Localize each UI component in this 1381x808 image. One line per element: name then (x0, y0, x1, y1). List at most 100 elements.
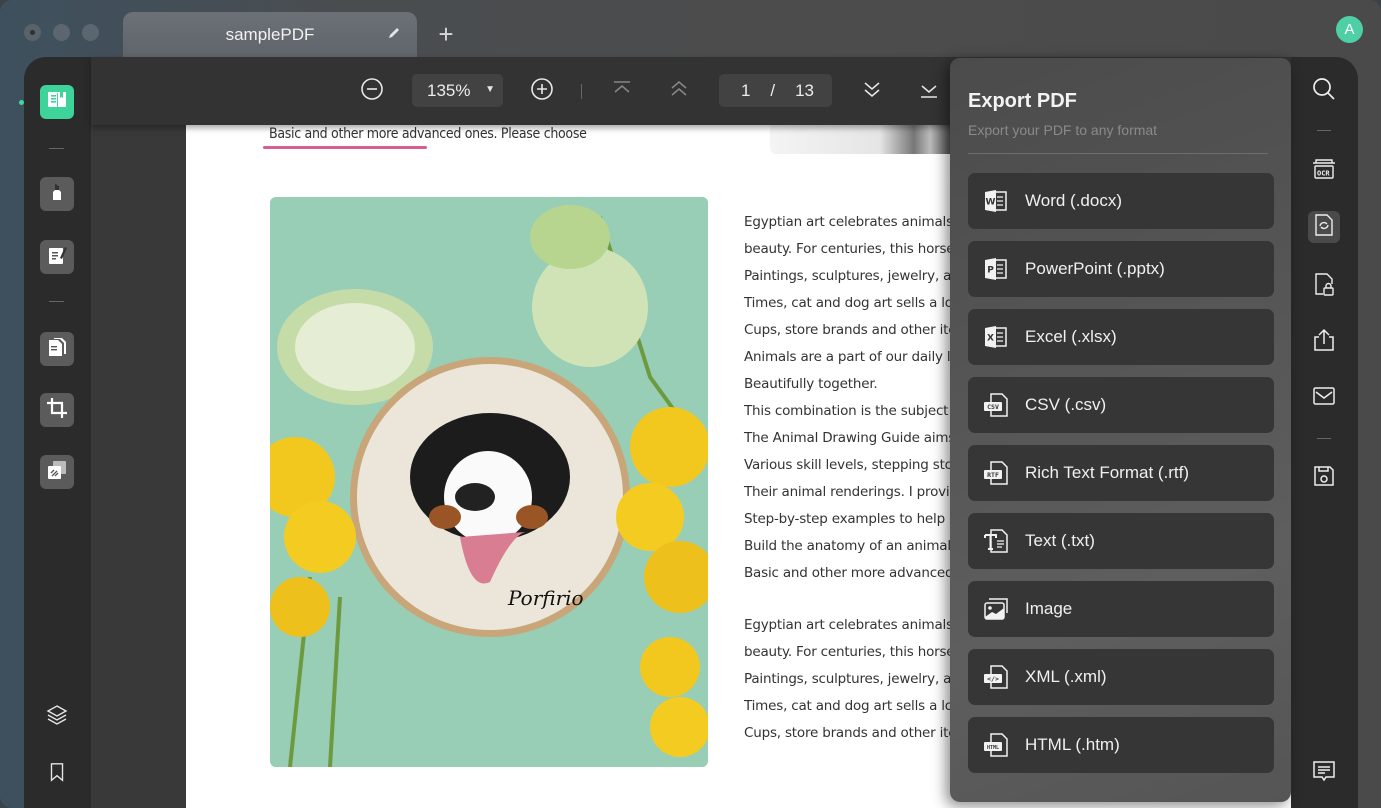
svg-text:P: P (987, 266, 994, 276)
sidebar-item-organize-pages[interactable] (40, 332, 74, 366)
xml-icon: </> (982, 663, 1010, 691)
text-line: Build the anatomy of an animal. (744, 538, 955, 554)
export-format-rtf[interactable]: RTF Rich Text Format (.rtf) (968, 445, 1274, 501)
tab-title: samplePDF (225, 25, 315, 44)
layers-button[interactable] (44, 704, 70, 730)
export-format-label: CSV (.csv) (1025, 395, 1107, 414)
highlight-underline (263, 146, 427, 149)
zoom-level-dropdown[interactable]: 135% ▼ (412, 74, 503, 107)
last-page-icon (917, 77, 941, 106)
svg-text:HTML: HTML (987, 745, 999, 751)
save-button[interactable] (1311, 465, 1337, 491)
export-format-text[interactable]: Text (.txt) (968, 513, 1274, 569)
last-page-button[interactable] (917, 79, 941, 103)
embroidery-photo: Porfirio (270, 197, 708, 767)
layers-icon (45, 703, 69, 732)
text-line: This combination is the subject o (744, 403, 961, 419)
export-format-xml[interactable]: </> XML (.xml) (968, 649, 1274, 705)
export-format-csv[interactable]: CSV CSV (.csv) (968, 377, 1274, 433)
email-button[interactable] (1311, 385, 1337, 411)
export-format-excel[interactable]: X Excel (.xlsx) (968, 309, 1274, 365)
zoom-out-icon (360, 77, 384, 106)
total-pages: 13 (795, 80, 814, 100)
next-page-button[interactable] (860, 79, 884, 103)
export-format-label: Image (1025, 599, 1073, 618)
export-pdf-panel: Export PDF Export your PDF to any format… (950, 58, 1291, 802)
sidebar-item-reader[interactable] (40, 85, 74, 119)
ocr-button[interactable]: OCR (1311, 158, 1337, 184)
comments-button[interactable] (1311, 760, 1337, 786)
text-icon (982, 527, 1010, 555)
rename-pencil-icon[interactable] (387, 26, 401, 43)
rtf-icon: RTF (982, 459, 1010, 487)
text-line: beauty. For centuries, this horse (744, 241, 955, 257)
export-format-powerpoint[interactable]: P PowerPoint (.pptx) (968, 241, 1274, 297)
sidebar-item-edit[interactable] (40, 240, 74, 274)
toolbar-divider (581, 84, 582, 99)
sidebar-item-crop[interactable] (40, 393, 74, 427)
first-page-button[interactable] (610, 79, 634, 103)
previous-page-button[interactable] (667, 79, 691, 103)
zoom-level-value: 135% (427, 80, 471, 100)
export-format-image[interactable]: Image (968, 581, 1274, 637)
export-format-word[interactable]: W Word (.docx) (968, 173, 1274, 229)
current-page[interactable]: 1 (741, 81, 750, 101)
sidebar-separator (49, 301, 64, 302)
convert-icon (1311, 212, 1337, 243)
book-reader-icon (45, 88, 69, 117)
close-window-button[interactable] (24, 24, 41, 41)
text-line: Their animal renderings. I provid (744, 484, 958, 500)
zoom-in-button[interactable] (530, 77, 554, 103)
powerpoint-icon: P (982, 255, 1010, 283)
page-number-input[interactable]: 1 / 13 (719, 74, 832, 107)
text-line: The Animal Drawing Guide aims t (744, 430, 965, 446)
svg-text:RTF: RTF (987, 471, 999, 479)
svg-text:</>: </> (987, 675, 999, 683)
first-page-icon (610, 77, 634, 106)
export-format-label: Excel (.xlsx) (1025, 327, 1117, 346)
text-line: Basic and other more advanced (744, 565, 954, 581)
export-format-label: Text (.txt) (1025, 531, 1095, 550)
paragraph-2: Egyptian art celebrates animals beauty. F… (744, 612, 958, 747)
bookmark-button[interactable] (44, 761, 70, 787)
share-button[interactable] (1311, 328, 1337, 355)
word-icon: W (982, 187, 1010, 215)
export-format-label: HTML (.htm) (1025, 735, 1120, 754)
search-button[interactable] (1311, 77, 1337, 104)
page-gutter (91, 57, 186, 808)
top-image-fragment (770, 125, 970, 154)
new-tab-button[interactable]: + (434, 19, 458, 49)
text-line: Times, cat and dog art sells a lot (744, 698, 958, 714)
paragraph-1: Egyptian art celebrates animals beauty. F… (744, 209, 965, 587)
text-line: Cups, store brands and other ite (744, 725, 957, 741)
window-right-edge (1358, 57, 1381, 808)
lock-file-icon (1311, 271, 1337, 302)
document-tab[interactable]: samplePDF (123, 12, 417, 58)
zoom-out-button[interactable] (360, 77, 384, 106)
excel-icon: X (982, 323, 1010, 351)
panel-divider (968, 153, 1268, 154)
edit-document-icon (45, 243, 69, 272)
sidebar-item-highlight[interactable] (40, 177, 74, 211)
image-icon (982, 595, 1010, 623)
text-line: Egyptian art celebrates animals (744, 617, 953, 633)
sidebar-separator (1317, 438, 1331, 439)
text-line: Animals are a part of our daily lif (744, 349, 959, 365)
export-format-html[interactable]: HTML HTML (.htm) (968, 717, 1274, 773)
sidebar-item-watermark[interactable] (40, 455, 74, 489)
protect-button[interactable] (1311, 271, 1337, 302)
user-avatar[interactable]: A (1336, 16, 1363, 43)
highlighter-icon (45, 180, 69, 209)
minimize-window-button[interactable] (53, 24, 70, 41)
right-sidebar: OCR (1291, 57, 1358, 808)
svg-text:OCR: OCR (1317, 169, 1330, 177)
export-panel-title: Export PDF (968, 90, 1077, 112)
export-format-label: PowerPoint (.pptx) (1025, 259, 1165, 278)
html-icon: HTML (982, 731, 1010, 759)
export-format-label: Word (.docx) (1025, 191, 1122, 210)
maximize-window-button[interactable] (82, 24, 99, 41)
convert-button[interactable] (1308, 211, 1340, 243)
double-chevron-down-icon (860, 77, 884, 106)
text-line: Paintings, sculptures, jewelry, ar (744, 268, 957, 284)
text-line: Times, cat and dog art sells a lot (744, 295, 958, 311)
